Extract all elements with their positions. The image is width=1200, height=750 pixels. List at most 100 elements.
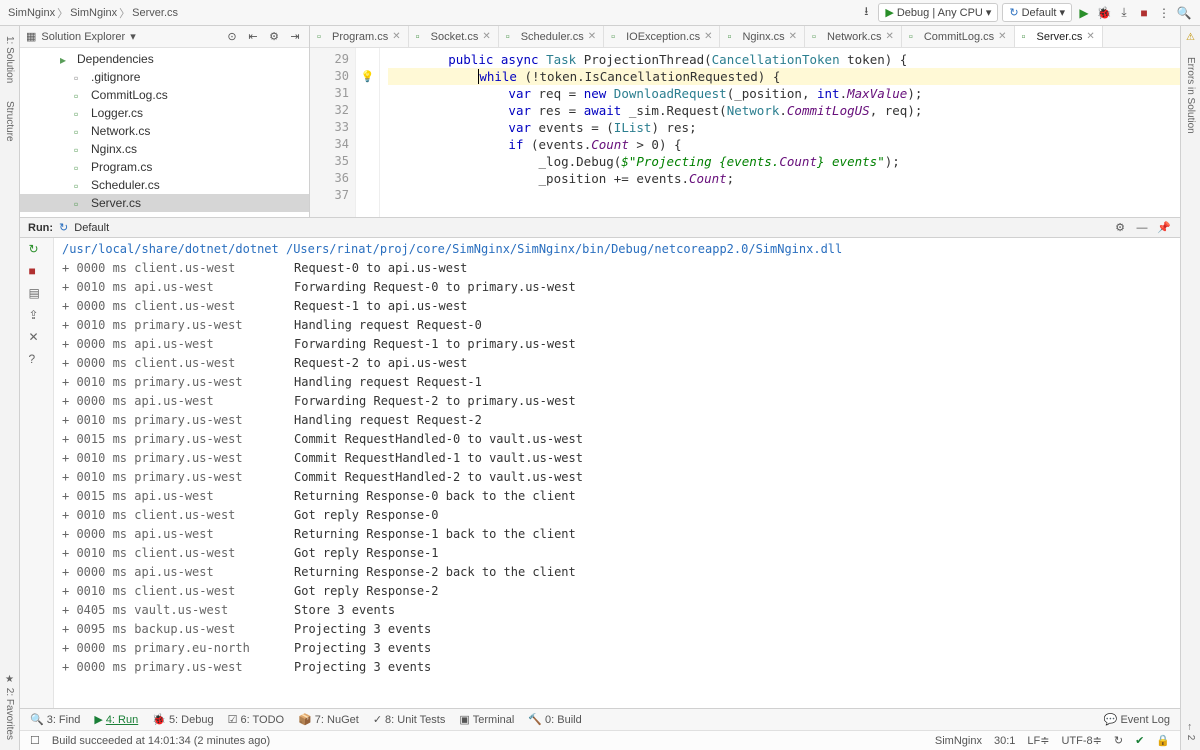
editor-tab[interactable]: ▫Network.cs✕ [805,26,902,47]
tree-item[interactable]: ▫Scheduler.cs [20,176,309,194]
console-output[interactable]: /usr/local/share/dotnet/dotnet /Users/ri… [54,238,1180,708]
tool-run[interactable]: ▶ 4: Run [94,713,138,726]
editor-tabs: ▫Program.cs✕▫Socket.cs✕▫Scheduler.cs✕▫IO… [310,26,1180,48]
editor-tab[interactable]: ▫Scheduler.cs✕ [499,26,604,47]
csharp-file-icon: ▫ [416,31,427,42]
console-line: + 0010 ms client.us-westGot reply Respon… [62,506,1172,525]
editor-tab[interactable]: ▫Socket.cs✕ [409,26,499,47]
tree-item-label: Dependencies [77,52,154,66]
collapse-icon[interactable]: ⇤ [245,29,261,45]
tool-todo[interactable]: ☑ 6: TODO [228,713,284,726]
left-gutter: 1: Solution Structure ★ 2: Favorites [0,26,20,750]
pin-icon[interactable]: 📌 [1156,220,1172,236]
run-profile-name: Default [74,222,109,234]
editor-tab[interactable]: ▫Server.cs✕ [1015,26,1103,47]
help-icon[interactable]: ? [29,352,45,368]
tree-item[interactable]: ▸Dependencies [20,50,309,68]
close-tab-icon[interactable]: ✕ [998,31,1006,42]
csharp-file-icon: ▫ [317,31,328,42]
file-icon: ▫ [74,179,86,191]
tool-build[interactable]: 🔨 0: Build [528,713,581,726]
explorer-icon: ▦ [26,30,36,43]
sync-icon[interactable]: ↻ [1114,734,1123,747]
target-icon[interactable]: ⊙ [224,29,240,45]
line-number-gutter: 293031323334353637 [310,48,356,217]
tree-item-label: CommitLog.cs [91,88,168,102]
lock-icon[interactable]: 🔒 [1156,734,1170,747]
inspection-ok-icon[interactable]: ✔ [1135,734,1144,747]
chevron-down-icon: ▾ [986,6,992,19]
breadcrumb-item[interactable]: SimNginx [8,7,55,19]
gutter-tab-solution[interactable]: 1: Solution [4,32,15,87]
close-tab-icon[interactable]: ✕ [482,31,490,42]
close-tab-icon[interactable]: ✕ [588,31,596,42]
warning-icon[interactable]: ⚠ [1185,32,1196,43]
tool-terminal[interactable]: ▣ Terminal [459,713,514,726]
hide-icon[interactable]: ⇥ [287,29,303,45]
tool-nuget[interactable]: 📦 7: NuGet [298,713,359,726]
close-tab-icon[interactable]: ✕ [704,31,712,42]
search-icon[interactable]: 🔍 [1176,5,1192,21]
file-icon: ▫ [74,143,86,155]
stop-icon[interactable]: ■ [1136,5,1152,21]
tool-eventlog[interactable]: 💬 Event Log [1104,713,1170,726]
close-tab-icon[interactable]: ✕ [392,31,400,42]
editor-tab[interactable]: ▫Program.cs✕ [310,26,409,47]
status-cursor-pos[interactable]: 30:1 [994,735,1015,747]
tree-item[interactable]: ▫ Nginx.cs [20,140,309,158]
editor-tab[interactable]: ▫Nginx.cs✕ [720,26,805,47]
tree-item[interactable]: ▫Network.cs [20,122,309,140]
run-icon[interactable]: ▶ [1076,5,1092,21]
status-eol[interactable]: LF≑ [1027,734,1049,747]
tool-tests[interactable]: ✓ 8: Unit Tests [373,713,446,726]
chevron-down-icon[interactable]: ▾ [130,30,136,43]
console-line: + 0015 ms api.us-westReturning Response-… [62,487,1172,506]
run-config-selector[interactable]: ▶ Debug | Any CPU ▾ [878,3,998,22]
gear-icon[interactable]: ⚙ [1112,220,1128,236]
console-line: + 0095 ms backup.us-westProjecting 3 eve… [62,620,1172,639]
download-icon[interactable]: ⭳ [858,5,874,21]
tree-item[interactable]: ▫Program.cs [20,158,309,176]
chevron-right-icon: 〉 [119,5,130,21]
gutter-tab-collapse[interactable]: ← 2 [1185,718,1196,744]
run-profile-selector[interactable]: ↻ Default ▾ [1002,3,1072,22]
gear-icon[interactable]: ⚙ [266,29,282,45]
run-panel-header: Run: ↻ Default ⚙ — 📌 [20,218,1180,238]
file-tree[interactable]: ▸Dependencies▫.gitignore▫CommitLog.cs▫Lo… [20,48,309,217]
collapse-icon[interactable]: — [1134,220,1150,236]
gutter-tab-structure[interactable]: Structure [4,97,15,146]
stop-icon[interactable]: ■ [29,264,45,280]
tool-find[interactable]: 🔍 3: Find [30,713,80,726]
tree-item[interactable]: ▫Server.cs [20,194,309,212]
close-tab-icon[interactable]: ✕ [885,31,893,42]
tree-item[interactable]: ▫.gitignore [20,68,309,86]
console-line: + 0010 ms client.us-westGot reply Respon… [62,582,1172,601]
breadcrumb-item[interactable]: SimNginx [70,7,117,19]
console-line: + 0015 ms primary.us-westCommit RequestH… [62,430,1172,449]
attach-icon[interactable]: ⤓ [1116,5,1132,21]
breadcrumb-item[interactable]: Server.cs [132,7,178,19]
close-icon[interactable]: ✕ [29,330,45,346]
tree-item-label: Nginx.cs [91,142,137,156]
explorer-title: Solution Explorer [41,31,125,43]
file-icon: ▫ [74,107,86,119]
rerun-icon[interactable]: ↻ [29,242,45,258]
export-icon[interactable]: ⇪ [29,308,45,324]
editor-tab[interactable]: ▫IOException.cs✕ [604,26,720,47]
tree-item-label: Server.cs [91,196,141,210]
status-project[interactable]: SimNginx [935,735,982,747]
gutter-tab-errors[interactable]: Errors in Solution [1185,53,1196,138]
debug-icon[interactable]: 🐞 [1096,5,1112,21]
tool-debug[interactable]: 🐞 5: Debug [152,713,213,726]
layout-icon[interactable]: ▤ [29,286,45,302]
close-tab-icon[interactable]: ✕ [1086,31,1094,42]
tree-item[interactable]: ▫Logger.cs [20,104,309,122]
gutter-tab-favorites[interactable]: ★ 2: Favorites [4,670,15,744]
code-editor[interactable]: public async Task ProjectionThread(Cance… [380,48,1180,217]
close-tab-icon[interactable]: ✕ [789,31,797,42]
right-gutter: ⚠ Errors in Solution ← 2 [1180,26,1200,750]
editor-tab[interactable]: ▫CommitLog.cs✕ [902,26,1015,47]
tree-item[interactable]: ▫CommitLog.cs [20,86,309,104]
console-line: + 0010 ms primary.us-westCommit RequestH… [62,449,1172,468]
status-encoding[interactable]: UTF-8≑ [1061,734,1101,747]
